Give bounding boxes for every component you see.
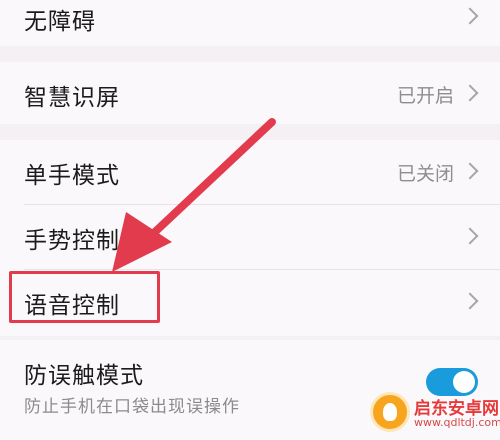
- smart-screen-status: 已开启: [396, 85, 454, 107]
- one-hand-mode-status: 已关闭: [396, 163, 454, 185]
- gesture-control-label: 手势控制: [24, 228, 120, 254]
- smart-screen-label: 智慧识屏: [24, 85, 120, 111]
- smart-screen-row[interactable]: 智慧识屏 已开启: [0, 62, 500, 124]
- chevron-right-icon: [461, 84, 479, 102]
- settings-group-1: 无障碍: [0, 0, 500, 46]
- settings-group-2: 智慧识屏 已开启: [0, 62, 500, 124]
- watermark-url: www.qdltdj.com: [414, 416, 500, 429]
- highlight-box: [9, 271, 160, 323]
- accidental-touch-description: 防止手机在口袋出现误操作: [24, 397, 240, 417]
- accessibility-row[interactable]: 无障碍: [0, 0, 500, 46]
- chevron-right-icon: [461, 162, 479, 180]
- watermark-logo-icon: [370, 392, 410, 432]
- chevron-right-icon: [461, 7, 479, 25]
- accidental-touch-label: 防误触模式: [24, 363, 144, 389]
- one-hand-mode-label: 单手模式: [24, 163, 120, 189]
- chevron-right-icon: [461, 292, 479, 310]
- gesture-control-row[interactable]: 手势控制: [0, 205, 500, 269]
- one-hand-mode-row[interactable]: 单手模式 已关闭: [0, 140, 500, 204]
- watermark: 启东安卓网 www.qdltdj.com: [370, 390, 500, 440]
- chevron-right-icon: [461, 227, 479, 245]
- accessibility-label: 无障碍: [24, 9, 96, 35]
